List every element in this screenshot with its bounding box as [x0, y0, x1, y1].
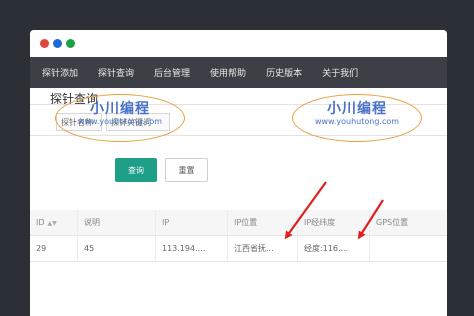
annotation-arrows [284, 181, 384, 240]
arrow-ip-location [284, 181, 327, 240]
arrow-ip-coords [357, 199, 384, 240]
